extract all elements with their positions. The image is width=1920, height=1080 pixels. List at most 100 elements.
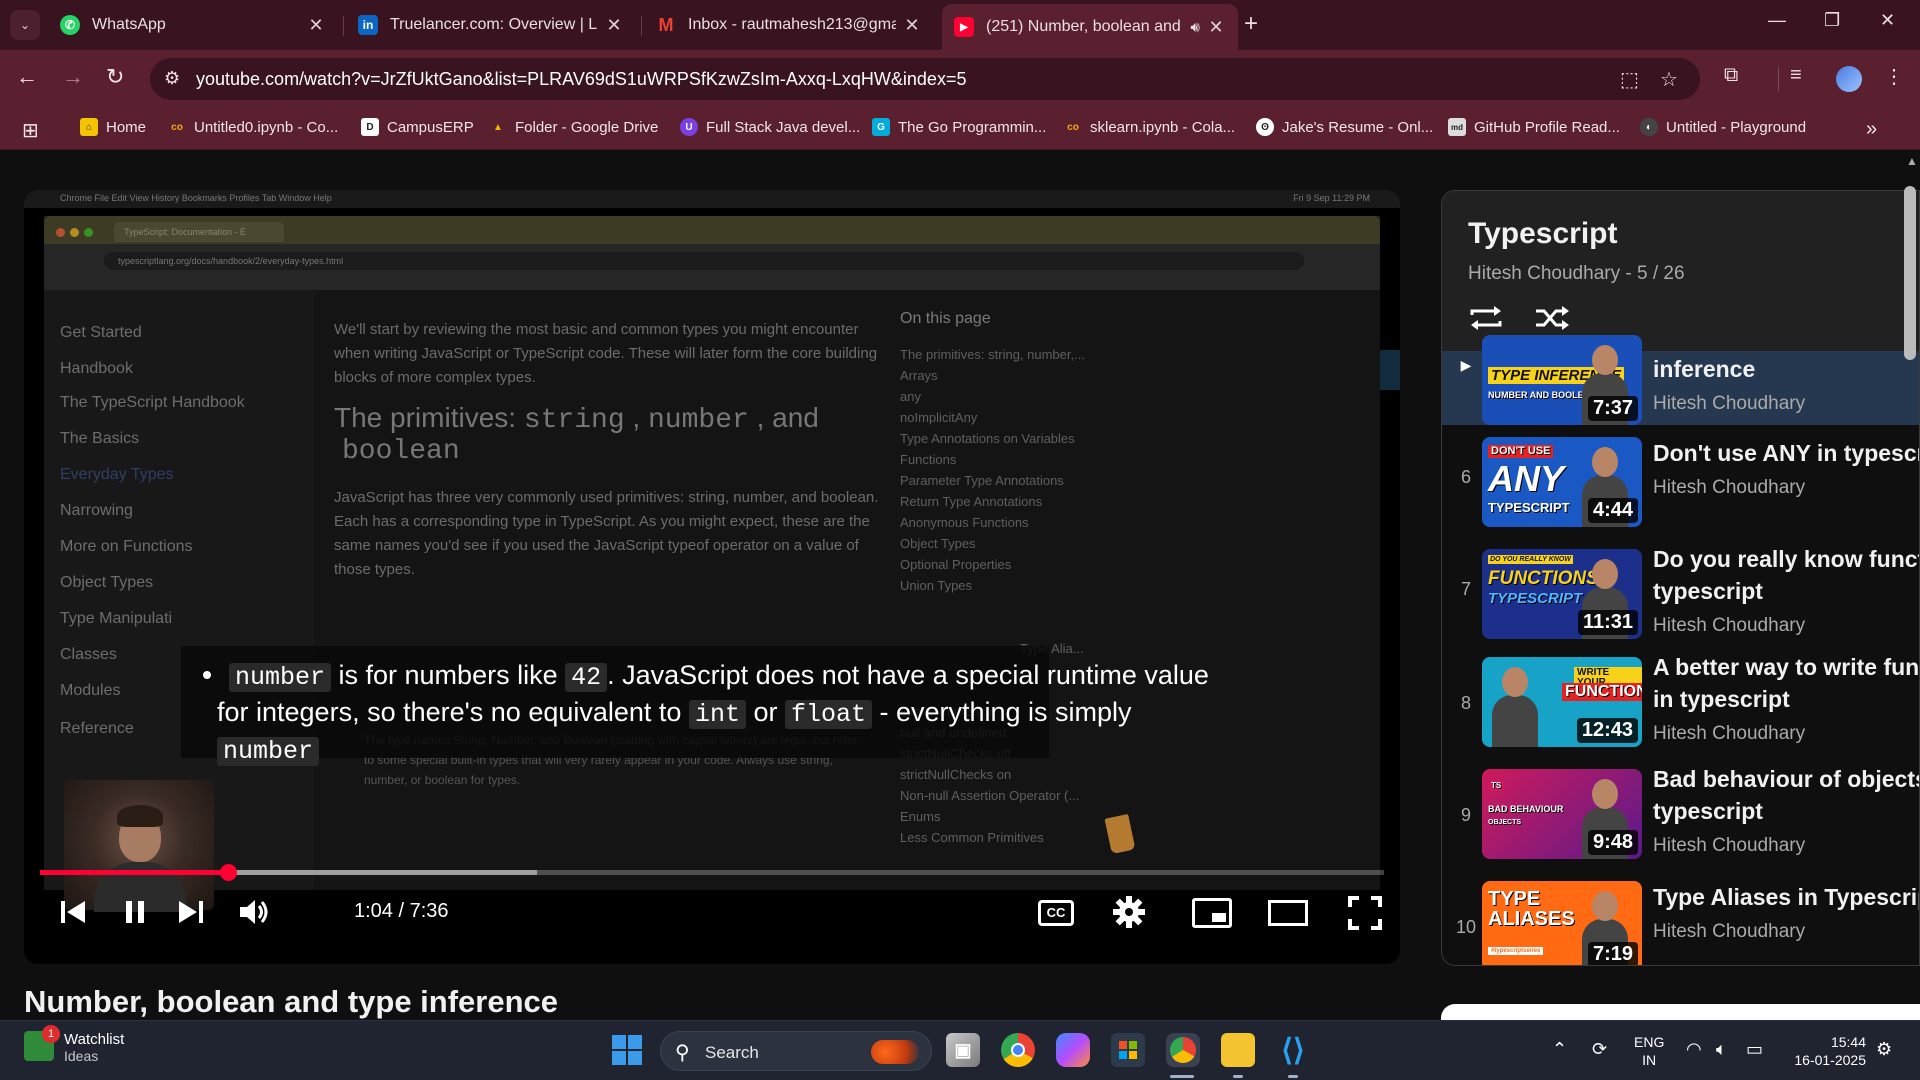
previous-button[interactable]: [58, 892, 88, 932]
tab-whatsapp[interactable]: ✆ WhatsApp ✕: [48, 6, 338, 44]
more-menu-icon[interactable]: ⋮: [1884, 64, 1904, 89]
playlist-item-channel[interactable]: Hitesh Choudhary: [1653, 615, 1805, 637]
microsoft-store-icon[interactable]: [1111, 1033, 1145, 1067]
bookmark-github-readme[interactable]: md GitHub Profile Read...: [1448, 118, 1620, 136]
show-hidden-icons-icon[interactable]: ⌃: [1552, 1039, 1567, 1060]
playlist-item-title[interactable]: typescript: [1653, 575, 1919, 607]
bookmark-campuserp[interactable]: D CampusERP: [361, 118, 474, 136]
playlist-item[interactable]: 8 WRITE YOUR FUNCTIONS 12:43 A better wa…: [1442, 654, 1919, 761]
playlist-thumbnail[interactable]: DO YOU REALLY KNOW FUNCTIONS TYPESCRIPT …: [1482, 549, 1642, 639]
bookmark-home[interactable]: ⌂ Home: [80, 118, 146, 136]
playlist-thumbnail[interactable]: WRITE YOUR FUNCTIONS 12:43: [1482, 657, 1642, 747]
playlist-thumbnail[interactable]: TS BAD BEHAVIOUR OBJECTS 9:48: [1482, 769, 1642, 859]
bookmark-colab-sklearn[interactable]: co sklearn.ipynb - Cola...: [1064, 118, 1235, 136]
tab-youtube[interactable]: ▶ (251) Number, boolean and 🔊︎ ✕: [942, 4, 1238, 50]
playlist-thumbnail[interactable]: DON'T USE ANY TYPESCRIPT 4:44: [1482, 437, 1642, 527]
tab-gmail[interactable]: M Inbox - rautmahesh213@gmail ✕: [644, 6, 934, 44]
bookmark-star-icon[interactable]: ☆: [1660, 67, 1678, 92]
language-indicator[interactable]: ENG IN: [1634, 1033, 1664, 1069]
url-text[interactable]: youtube.com/watch?v=JrZfUktGano&list=PLR…: [196, 69, 966, 90]
scroll-up-arrow-icon[interactable]: ▲: [1906, 154, 1918, 168]
playlist-item-title[interactable]: Do you really know functions: [1653, 543, 1919, 575]
playlist-item-title[interactable]: Don't use ANY in typescript: [1653, 437, 1919, 469]
bookmark-colab-untitled[interactable]: co Untitled0.ipynb - Co...: [168, 118, 338, 136]
playlist-scrollbar[interactable]: [1902, 186, 1918, 976]
tab-truelancer[interactable]: in Truelancer.com: Overview | Link ✕: [346, 6, 636, 44]
miniplayer-button[interactable]: [1192, 898, 1232, 928]
bookmark-java-course[interactable]: U Full Stack Java devel...: [680, 118, 860, 136]
playlist-item[interactable]: 9 TS BAD BEHAVIOUR OBJECTS 9:48 Bad beha…: [1442, 766, 1919, 873]
playlist-item-current[interactable]: ▶ TYPE INFERENCE NUMBER AND BOOLEAN 7:37…: [1442, 335, 1919, 425]
minimize-button[interactable]: —: [1768, 10, 1786, 31]
tab-search-button[interactable]: ⌄: [10, 10, 40, 40]
close-icon[interactable]: ✕: [902, 15, 922, 36]
site-info-icon[interactable]: ⚙: [164, 68, 180, 89]
sync-icon[interactable]: ⟳: [1592, 1039, 1607, 1060]
playlist-item-channel[interactable]: Hitesh Choudhary: [1653, 835, 1805, 857]
extensions-icon[interactable]: ⧉: [1724, 64, 1738, 87]
new-tab-button[interactable]: +: [1244, 10, 1258, 38]
playlist-item[interactable]: 7 DO YOU REALLY KNOW FUNCTIONS TYPESCRIP…: [1442, 543, 1919, 647]
battery-icon[interactable]: ▭: [1746, 1039, 1763, 1060]
playlist-item-title[interactable]: A better way to write functions: [1653, 651, 1919, 683]
playlist-item-channel[interactable]: Hitesh Choudhary: [1653, 393, 1805, 415]
file-explorer-icon[interactable]: [1221, 1033, 1255, 1067]
speaker-icon[interactable]: 🔊︎: [1191, 19, 1200, 36]
taskbar-search[interactable]: ⚲ Search: [660, 1031, 932, 1071]
watchlist-widget[interactable]: 1 Watchlist Ideas: [24, 1025, 124, 1064]
chrome-icon[interactable]: [1001, 1033, 1035, 1067]
close-window-button[interactable]: ✕: [1880, 10, 1895, 31]
theater-mode-button[interactable]: [1268, 900, 1308, 926]
bookmark-go-book[interactable]: G The Go Programmin...: [872, 118, 1046, 136]
playlist-thumbnail[interactable]: TYPE ALIASES #typescriptseries 7:19: [1482, 881, 1642, 965]
pause-button[interactable]: [120, 892, 150, 932]
playlist-item-title[interactable]: in typescript: [1653, 683, 1919, 715]
playlist-thumbnail[interactable]: TYPE INFERENCE NUMBER AND BOOLEAN 7:37: [1482, 335, 1642, 425]
fullscreen-corner-icon: [1371, 896, 1382, 907]
bookmark-google-drive[interactable]: ▲ Folder - Google Drive: [489, 118, 658, 136]
speaker-icon[interactable]: 🔈︎: [1716, 1039, 1727, 1060]
notifications-icon[interactable]: ⚙: [1876, 1039, 1892, 1060]
more-bookmarks-icon[interactable]: »: [1866, 118, 1877, 141]
close-icon[interactable]: ✕: [604, 15, 624, 36]
system-clock[interactable]: 15:44 16-01-2025: [1786, 1033, 1866, 1069]
close-icon[interactable]: ✕: [306, 15, 326, 36]
restore-button[interactable]: ❐: [1824, 10, 1840, 31]
fullscreen-button[interactable]: [1348, 896, 1382, 930]
close-icon[interactable]: ✕: [1206, 17, 1226, 38]
copilot-icon[interactable]: [1056, 1033, 1090, 1067]
playlist-item-channel[interactable]: Hitesh Choudhary: [1653, 723, 1805, 745]
apps-grid-icon[interactable]: ⊞: [22, 118, 39, 143]
scrollbar-thumb[interactable]: [1904, 186, 1916, 360]
back-button[interactable]: ←: [16, 64, 38, 90]
subtitles-button[interactable]: CC: [1038, 900, 1074, 926]
task-view-icon[interactable]: ▣: [946, 1033, 980, 1067]
forward-button[interactable]: →: [62, 64, 84, 90]
playlist-item-title[interactable]: inference: [1653, 353, 1919, 385]
bookmark-playground[interactable]: ◐ Untitled - Playground: [1640, 118, 1806, 136]
settings-button[interactable]: [1112, 892, 1146, 932]
reload-button[interactable]: ↻: [106, 64, 124, 90]
media-control-icon[interactable]: ≡: [1790, 64, 1802, 87]
playlist-title[interactable]: Typescript: [1468, 217, 1618, 251]
below-playlist-card: [1441, 1004, 1920, 1020]
video-player[interactable]: Chrome File Edit View History Bookmarks …: [24, 190, 1400, 964]
start-button[interactable]: [612, 1035, 642, 1065]
playlist-item-title[interactable]: typescript: [1653, 795, 1919, 827]
playlist-item-channel[interactable]: Hitesh Choudhary: [1653, 921, 1805, 943]
playlist-item-title[interactable]: Bad behaviour of objects in: [1653, 763, 1919, 795]
progress-bar[interactable]: [40, 864, 1384, 881]
bookmark-overleaf[interactable]: ʘ Jake's Resume - Onl...: [1256, 118, 1433, 136]
chrome-profile-icon[interactable]: [1166, 1033, 1200, 1067]
volume-button[interactable]: [238, 892, 270, 932]
vscode-icon[interactable]: ⟨⟩: [1276, 1033, 1310, 1067]
install-app-icon[interactable]: ⬚: [1620, 67, 1639, 92]
next-button[interactable]: [176, 892, 206, 932]
address-bar[interactable]: ⚙ youtube.com/watch?v=JrZfUktGano&list=P…: [150, 58, 1700, 100]
playlist-item-title[interactable]: Type Aliases in Typescript: [1653, 881, 1919, 913]
profile-avatar[interactable]: [1836, 66, 1862, 92]
playlist-item[interactable]: 10 TYPE ALIASES #typescriptseries 7:19 T…: [1442, 881, 1919, 965]
wifi-icon[interactable]: ◠: [1686, 1039, 1702, 1060]
playlist-item-channel[interactable]: Hitesh Choudhary: [1653, 477, 1805, 499]
playlist-item[interactable]: 6 DON'T USE ANY TYPESCRIPT 4:44 Don't us…: [1442, 431, 1919, 535]
